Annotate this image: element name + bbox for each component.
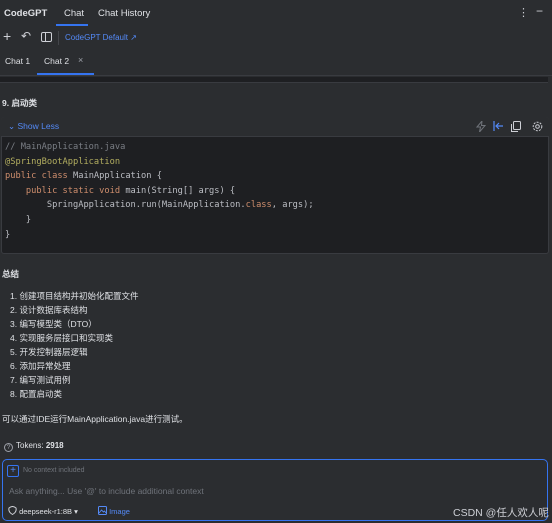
section-heading: 9. 启动类 [2,98,37,108]
toolbar-divider [58,31,59,45]
toolbar: + ↶ CodeGPT Default ↗ [0,28,552,50]
list-item: 1. 创建项目结构并初始化配置文件 [10,291,139,301]
list-item: 8. 配置启动类 [10,389,62,399]
copy-icon[interactable] [511,121,521,135]
model-selector[interactable]: deepseek-r1:8B ▾ [8,506,78,516]
tab-chat[interactable]: Chat [64,8,84,19]
list-item: 4. 实现服务层接口和实现类 [10,333,113,343]
steps-list: 1. 创建项目结构并初始化配置文件 2. 设计数据库表结构 3. 编写模型类（D… [10,289,138,401]
code-block-header: ⌄ Show Less [1,117,549,137]
summary-heading: 总结 [2,269,20,279]
code-line: public class MainApplication { [5,171,162,182]
chevron-down-icon: ▾ [74,507,78,516]
list-item: 7. 编写测试用例 [10,375,71,385]
more-options-icon[interactable]: ⋮ [518,6,529,19]
minimize-icon[interactable]: − [536,4,543,18]
scrolled-code-edge [0,77,548,83]
split-view-icon[interactable] [41,32,52,42]
image-button[interactable]: Image [98,506,130,516]
show-less-label: Show Less [17,121,60,131]
list-item: 3. 编写模型类（DTO） [10,319,97,329]
watermark: CSDN @任人欢人呢 [453,507,549,519]
list-item: 6. 添加异常处理 [10,361,71,371]
code-line: } [5,214,32,225]
tab-chat-history[interactable]: Chat History [98,8,150,19]
code-line: // MainApplication.java [5,142,126,152]
tokens-label: Tokens: [16,441,44,450]
code-line: public static void main(String[] args) { [25,185,236,196]
settings-icon[interactable] [532,121,543,135]
code-line: @SpringBootApplication [5,156,121,167]
new-chat-icon[interactable]: + [3,28,11,44]
lightning-icon[interactable] [475,119,487,135]
app-title: CodeGPT [4,8,48,19]
tabs-divider [0,75,552,76]
list-item: 5. 开发控制器层逻辑 [10,347,88,357]
insert-at-caret-icon[interactable] [493,121,504,134]
top-header: CodeGPT Chat Chat History ⋮ − [0,0,552,26]
prompt-input[interactable]: Ask anything... Use '@' to include addit… [9,486,204,496]
context-status: No context included [23,467,85,474]
code-content: // MainApplication.java @SpringBootAppli… [5,140,314,242]
close-tab-icon[interactable]: × [78,55,83,65]
chevron-down-icon: ⌄ [8,121,16,131]
image-icon [98,506,107,515]
chat-tab-2[interactable]: Chat 2 [44,56,69,66]
show-less-toggle[interactable]: ⌄ Show Less [8,121,59,132]
chat-tab-1[interactable]: Chat 1 [5,56,30,66]
help-icon[interactable]: ? [4,443,13,452]
code-line: } [5,229,11,240]
add-context-icon[interactable]: + [7,465,19,477]
code-line: SpringApplication.run(MainApplication.cl… [5,200,314,211]
list-item: 2. 设计数据库表结构 [10,305,88,315]
token-count: ? Tokens: 2918 [4,441,64,452]
model-icon [8,506,17,516]
undo-icon[interactable]: ↶ [21,29,31,43]
image-label: Image [109,507,130,516]
model-name: deepseek-r1:8B [19,507,73,516]
model-link[interactable]: CodeGPT Default ↗ [65,33,137,42]
closing-text: 可以通过IDE运行MainApplication.java进行测试。 [2,414,188,424]
tokens-value: 2918 [45,441,64,450]
active-tab-indicator [56,24,88,26]
